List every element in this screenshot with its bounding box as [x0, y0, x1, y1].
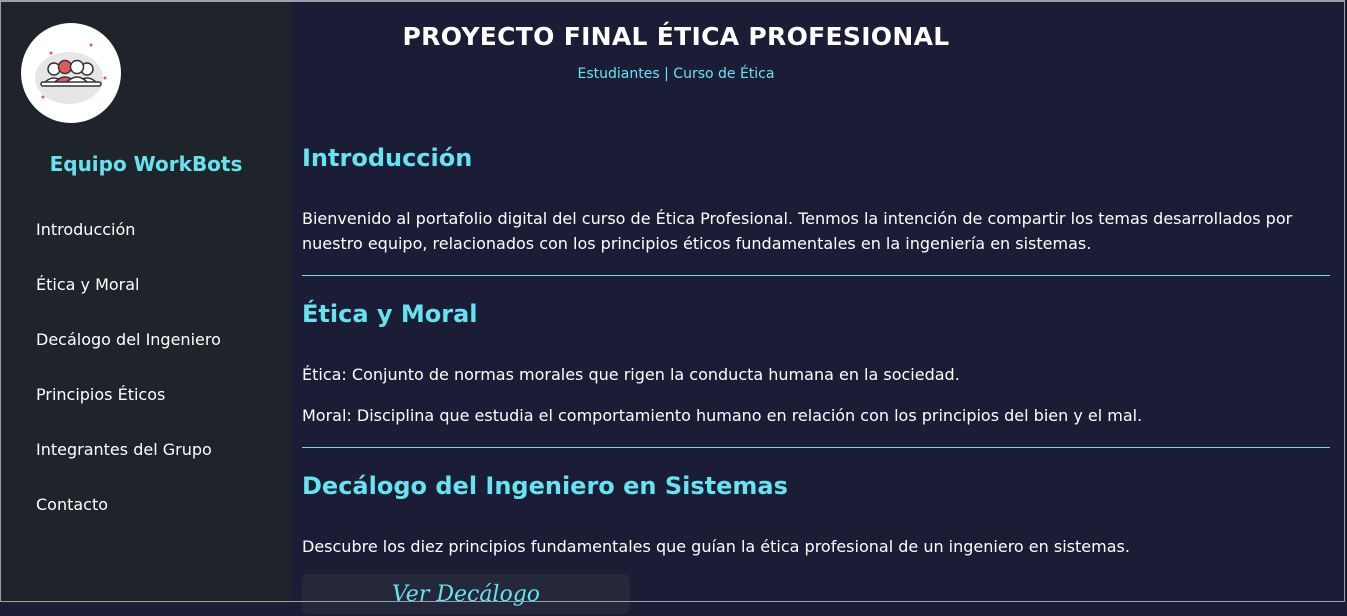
section-heading-introduccion: Introducción [302, 144, 473, 172]
section-heading-etica-moral: Ética y Moral [302, 300, 478, 328]
intro-text: Bienvenido al portafolio digital del cur… [302, 209, 1293, 253]
moral-definition: Moral: Disciplina que estudia el comport… [302, 406, 1143, 425]
sidebar-item-integrantes[interactable]: Integrantes del Grupo [36, 437, 221, 492]
page-subtitle: Estudiantes | Curso de Ética [302, 66, 1050, 82]
subtitle-separator: | [659, 66, 674, 82]
sidebar-item-etica-moral[interactable]: Ética y Moral [36, 272, 221, 327]
team-logo [21, 23, 121, 123]
sidebar: Equipo WorkBots Introducción Ética y Mor… [1, 2, 291, 604]
team-name: Equipo WorkBots [49, 152, 243, 176]
page-title: PROYECTO FINAL ÉTICA PROFESIONAL [402, 22, 950, 51]
sidebar-item-decalogo[interactable]: Decálogo del Ingeniero [36, 327, 221, 382]
subtitle-students: Estudiantes [577, 66, 660, 82]
section-heading-decalogo: Decálogo del Ingeniero en Sistemas [302, 472, 788, 500]
subtitle-course: Curso de Ética [673, 66, 775, 82]
section-divider [302, 275, 1330, 276]
sidebar-item-introduccion[interactable]: Introducción [36, 217, 221, 272]
sidebar-nav: Introducción Ética y Moral Decálogo del … [36, 217, 221, 547]
sidebar-item-principios[interactable]: Principios Éticos [36, 382, 221, 437]
decalogo-text: Descubre los diez principios fundamental… [302, 537, 1130, 556]
ver-decalogo-button[interactable]: Ver Decálogo [302, 574, 630, 614]
etica-definition: Ética: Conjunto de normas morales que ri… [302, 365, 960, 384]
sidebar-item-contacto[interactable]: Contacto [36, 492, 221, 547]
team-people-icon [35, 43, 107, 104]
section-divider [302, 447, 1330, 448]
